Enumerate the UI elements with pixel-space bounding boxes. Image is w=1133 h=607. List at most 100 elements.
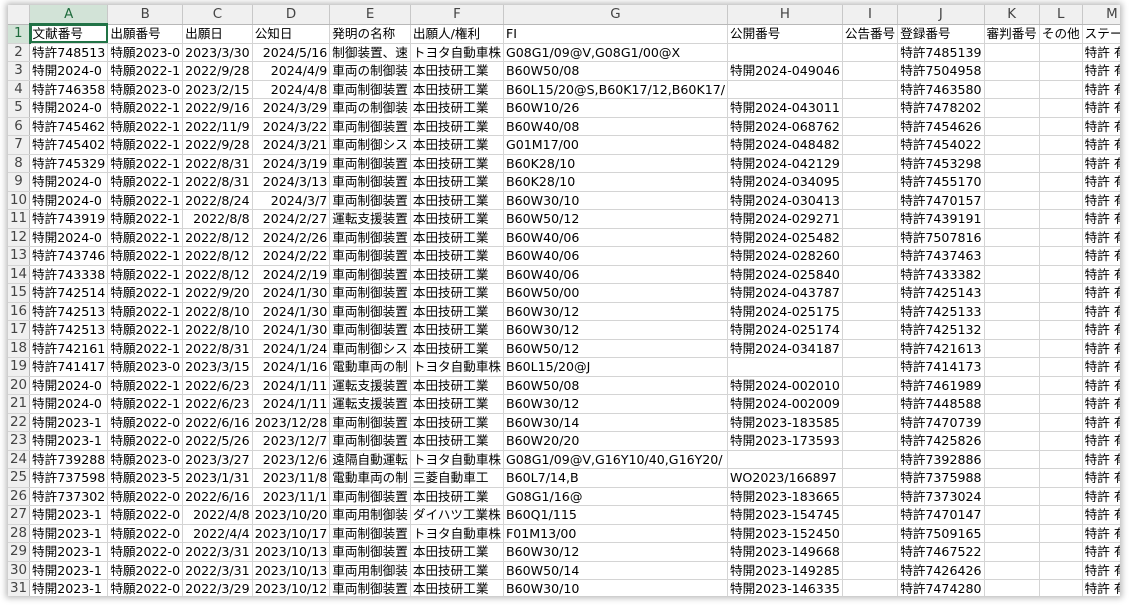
cell-k17[interactable] (984, 320, 1040, 340)
cell-c1[interactable]: 出願日 (182, 24, 253, 44)
cell-i30[interactable] (842, 561, 899, 580)
cell-g3[interactable]: B60W50/08 (503, 61, 728, 81)
cell-g10[interactable]: B60W30/10 (503, 191, 728, 210)
cell-k19[interactable] (984, 357, 1040, 377)
cell-m6[interactable]: 特許 有効 (1082, 117, 1120, 136)
cell-a3[interactable]: 特開2024-0 (29, 61, 109, 81)
cell-k25[interactable] (984, 468, 1040, 488)
cell-f18[interactable]: 本田技研工業 (410, 339, 505, 358)
cell-g17[interactable]: B60W30/12 (503, 320, 728, 340)
cell-f2[interactable]: トヨタ自動車株 (410, 43, 505, 62)
cell-e10[interactable]: 車両制御装置 (329, 191, 411, 210)
cell-j1[interactable]: 登録番号 (897, 24, 985, 44)
cell-h27[interactable]: 特開2023-154745 (727, 505, 843, 525)
cell-h2[interactable] (727, 43, 843, 62)
cell-k4[interactable] (984, 80, 1040, 99)
cell-f1[interactable]: 出願人/権利 (410, 24, 505, 44)
cell-d18[interactable]: 2024/1/24 (252, 339, 331, 358)
cell-j29[interactable]: 特許7467522 (897, 542, 985, 562)
cell-j10[interactable]: 特許7470157 (897, 191, 985, 210)
cell-d26[interactable]: 2023/11/1 (252, 487, 331, 506)
row-header[interactable]: 14 (8, 265, 31, 284)
cell-a26[interactable]: 特許737302 (29, 487, 109, 506)
cell-g13[interactable]: B60W40/06 (503, 246, 728, 266)
cell-h28[interactable]: 特開2023-152450 (727, 524, 843, 543)
cell-h22[interactable]: 特開2023-183585 (727, 413, 843, 432)
cell-h7[interactable]: 特開2024-048482 (727, 135, 843, 155)
column-header-k[interactable]: K (984, 5, 1040, 25)
row-header[interactable]: 5 (8, 98, 31, 118)
cell-e17[interactable]: 車両制御装置 (329, 320, 411, 340)
cell-e24[interactable]: 遠隔自動運転 (329, 450, 411, 469)
cell-b22[interactable]: 特願2022-0 (107, 413, 184, 432)
cell-b20[interactable]: 特願2022-1 (107, 376, 184, 395)
cell-b17[interactable]: 特願2022-1 (107, 320, 184, 340)
cell-e19[interactable]: 電動車両の制 (329, 357, 411, 377)
cell-f24[interactable]: トヨタ自動車株 (410, 450, 505, 469)
cell-i23[interactable] (842, 431, 899, 451)
cell-a10[interactable]: 特開2024-0 (29, 191, 109, 210)
cell-f25[interactable]: 三菱自動車工 (410, 468, 505, 488)
cell-d29[interactable]: 2023/10/13 (252, 542, 331, 562)
cell-h18[interactable]: 特開2024-034187 (727, 339, 843, 358)
cell-m27[interactable]: 特許 有効 (1082, 505, 1120, 525)
cell-e29[interactable]: 車両制御装置 (329, 542, 411, 562)
cell-d4[interactable]: 2024/4/8 (252, 80, 331, 99)
cell-m31[interactable]: 特許 有効 (1082, 579, 1120, 596)
cell-b10[interactable]: 特願2022-1 (107, 191, 184, 210)
cell-l8[interactable] (1039, 154, 1083, 173)
cell-g27[interactable]: B60Q1/115 (503, 505, 728, 525)
cell-c4[interactable]: 2023/2/15 (182, 80, 253, 99)
cell-j3[interactable]: 特許7504958 (897, 61, 985, 81)
cell-c15[interactable]: 2022/9/20 (182, 283, 253, 303)
cell-l3[interactable] (1039, 61, 1083, 81)
cell-j5[interactable]: 特許7478202 (897, 98, 985, 118)
cell-l31[interactable] (1039, 579, 1083, 596)
cell-f14[interactable]: 本田技研工業 (410, 265, 505, 284)
cell-k24[interactable] (984, 450, 1040, 469)
cell-k21[interactable] (984, 394, 1040, 414)
cell-m13[interactable]: 特許 有効 (1082, 246, 1120, 266)
cell-m2[interactable]: 特許 有効 (1082, 43, 1120, 62)
cell-c11[interactable]: 2022/8/8 (182, 209, 253, 229)
cell-m4[interactable]: 特許 有効 (1082, 80, 1120, 99)
cell-d9[interactable]: 2024/3/13 (252, 172, 331, 192)
column-header-m[interactable]: M (1082, 5, 1120, 25)
cell-d25[interactable]: 2023/11/8 (252, 468, 331, 488)
cell-a30[interactable]: 特開2023-1 (29, 561, 109, 580)
cell-d16[interactable]: 2024/1/30 (252, 302, 331, 321)
cell-c10[interactable]: 2022/8/24 (182, 191, 253, 210)
row-header[interactable]: 17 (8, 320, 31, 340)
cell-f5[interactable]: 本田技研工業 (410, 98, 505, 118)
cell-a18[interactable]: 特許742161 (29, 339, 109, 358)
cell-e22[interactable]: 車両制御装置 (329, 413, 411, 432)
cell-b15[interactable]: 特願2022-1 (107, 283, 184, 303)
cell-k9[interactable] (984, 172, 1040, 192)
cell-i11[interactable] (842, 209, 899, 229)
cell-b11[interactable]: 特願2022-1 (107, 209, 184, 229)
cell-m7[interactable]: 特許 有効 (1082, 135, 1120, 155)
cell-i27[interactable] (842, 505, 899, 525)
cell-i2[interactable] (842, 43, 899, 62)
cell-m10[interactable]: 特許 有効 (1082, 191, 1120, 210)
cell-m29[interactable]: 特許 有効 (1082, 542, 1120, 562)
row-header[interactable]: 11 (8, 209, 31, 229)
cell-j30[interactable]: 特許7426426 (897, 561, 985, 580)
cell-c13[interactable]: 2022/8/12 (182, 246, 253, 266)
row-header[interactable]: 15 (8, 283, 31, 303)
cell-d15[interactable]: 2024/1/30 (252, 283, 331, 303)
column-header-j[interactable]: J (897, 5, 985, 25)
cell-f26[interactable]: 本田技研工業 (410, 487, 505, 506)
cell-f31[interactable]: 本田技研工業 (410, 579, 505, 596)
cell-j16[interactable]: 特許7425133 (897, 302, 985, 321)
cell-a15[interactable]: 特許742514 (29, 283, 109, 303)
cell-h20[interactable]: 特開2024-002010 (727, 376, 843, 395)
cell-i26[interactable] (842, 487, 899, 506)
cell-h16[interactable]: 特開2024-025175 (727, 302, 843, 321)
cell-h12[interactable]: 特開2024-025482 (727, 228, 843, 247)
column-header-h[interactable]: H (727, 5, 843, 25)
cell-e7[interactable]: 車両制御シス (329, 135, 411, 155)
cell-g19[interactable]: B60L15/20@J (503, 357, 728, 377)
cell-e4[interactable]: 車両制御装置 (329, 80, 411, 99)
cell-l1[interactable]: その他 (1039, 24, 1083, 44)
